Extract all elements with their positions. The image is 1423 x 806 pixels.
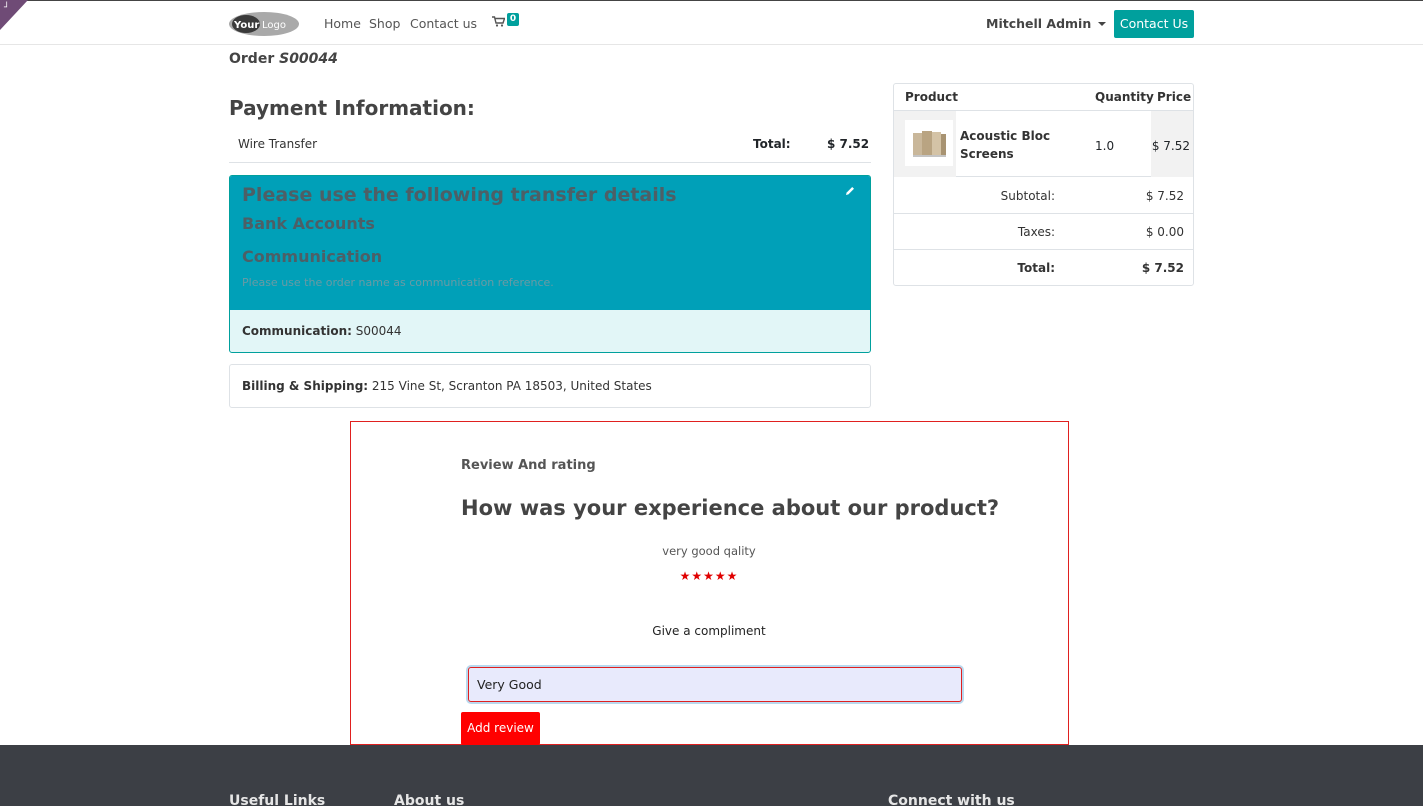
pencil-icon[interactable] <box>844 185 856 197</box>
product-image[interactable] <box>905 120 953 166</box>
top-navbar: Your Logo Home Shop Contact us 0 Mitchel… <box>0 0 1423 45</box>
billing-label: Billing & Shipping: <box>242 379 369 393</box>
product-image-cell <box>894 111 956 177</box>
review-rating-section: Review And rating How was your experienc… <box>350 421 1069 745</box>
taxes-row: Taxes: $ 0.00 <box>894 214 1193 250</box>
cart-count-badge: 0 <box>507 13 519 26</box>
svg-text:Your: Your <box>233 20 259 31</box>
subtotal-row: Subtotal: $ 7.52 <box>894 178 1193 214</box>
review-section-title: Review And rating <box>461 458 596 473</box>
chevron-down-icon <box>1098 22 1107 26</box>
user-menu-dropdown[interactable]: Mitchell Admin <box>986 16 1107 31</box>
product-quantity: 1.0 <box>1095 139 1115 153</box>
footer: Useful Links About us Connect with us <box>0 745 1423 806</box>
footer-about-heading: About us <box>394 793 465 806</box>
total-row: Total: $ 7.52 <box>894 250 1193 286</box>
debug-corner-toggle[interactable]: ┘ <box>0 0 28 30</box>
payment-heading: Payment Information: <box>229 96 475 120</box>
footer-connect-heading: Connect with us <box>888 793 1015 806</box>
subtotal-value: $ 7.52 <box>1145 189 1184 203</box>
nav-home-link[interactable]: Home <box>324 16 361 31</box>
column-header-product: Product <box>905 90 958 104</box>
table-row: Acoustic Bloc Screens 1.0 $ 7.52 <box>894 110 1193 177</box>
total-value: $ 7.52 <box>1141 261 1184 275</box>
review-question: How was your experience about our produc… <box>461 496 1000 520</box>
product-name-cell: Acoustic Bloc Screens <box>956 111 1091 177</box>
bank-accounts-heading: Bank Accounts <box>242 214 375 233</box>
taxes-value: $ 0.00 <box>1145 225 1184 239</box>
column-header-price: Price <box>1157 90 1192 104</box>
company-logo[interactable]: Your Logo <box>229 11 299 37</box>
product-price-cell: $ 7.52 <box>1151 111 1193 177</box>
product-price: $ 7.52 <box>1151 139 1190 153</box>
contact-us-button[interactable]: Contact Us <box>1114 10 1194 38</box>
nav-shop-link[interactable]: Shop <box>369 16 400 31</box>
compliment-input[interactable]: Very Good <box>468 667 962 702</box>
add-review-button[interactable]: Add review <box>461 712 540 745</box>
transfer-title: Please use the following transfer detail… <box>242 184 677 206</box>
compliment-label: Give a compliment <box>652 624 766 638</box>
payment-total-label: Total: <box>753 137 791 151</box>
billing-address-line: Billing & Shipping: 215 Vine St, Scranto… <box>242 379 652 393</box>
communication-label: Communication: <box>242 324 352 338</box>
product-name[interactable]: Acoustic Bloc Screens <box>960 127 1060 163</box>
footer-useful-links-heading: Useful Links <box>229 793 326 806</box>
svg-text:Logo: Logo <box>262 20 286 31</box>
taxes-label: Taxes: <box>1017 225 1055 239</box>
billing-address: 215 Vine St, Scranton PA 18503, United S… <box>371 379 652 393</box>
user-name: Mitchell Admin <box>986 16 1092 31</box>
order-title: Order S00044 <box>229 51 338 67</box>
star-rating[interactable]: ★★★★★ <box>351 569 1067 583</box>
communication-value: S00044 <box>355 324 402 338</box>
shopping-cart-icon <box>492 16 505 27</box>
order-label: Order <box>229 51 275 67</box>
transfer-details-banner: Please use the following transfer detail… <box>230 176 870 310</box>
order-summary-table: Product Quantity Price Acoustic Bloc Scr… <box>893 83 1194 286</box>
payment-method-row: Wire Transfer Total: $ 7.52 <box>229 126 871 163</box>
existing-review-comment: very good qality <box>662 544 756 558</box>
total-label: Total: <box>1017 261 1055 275</box>
transfer-details-alert: Please use the following transfer detail… <box>229 175 871 353</box>
billing-shipping-box: Billing & Shipping: 215 Vine St, Scranto… <box>229 364 871 408</box>
subtotal-label: Subtotal: <box>1000 189 1055 203</box>
payment-total-value: $ 7.52 <box>827 137 870 151</box>
communication-heading: Communication <box>242 247 383 266</box>
order-number: S00044 <box>279 51 338 67</box>
nav-contact-link[interactable]: Contact us <box>410 16 477 31</box>
bug-icon: ┘ <box>4 3 10 13</box>
column-header-quantity: Quantity <box>1095 90 1154 104</box>
communication-note: Please use the order name as communicati… <box>242 276 554 289</box>
payment-method: Wire Transfer <box>238 137 318 151</box>
communication-reference: Communication: S00044 <box>242 324 402 338</box>
